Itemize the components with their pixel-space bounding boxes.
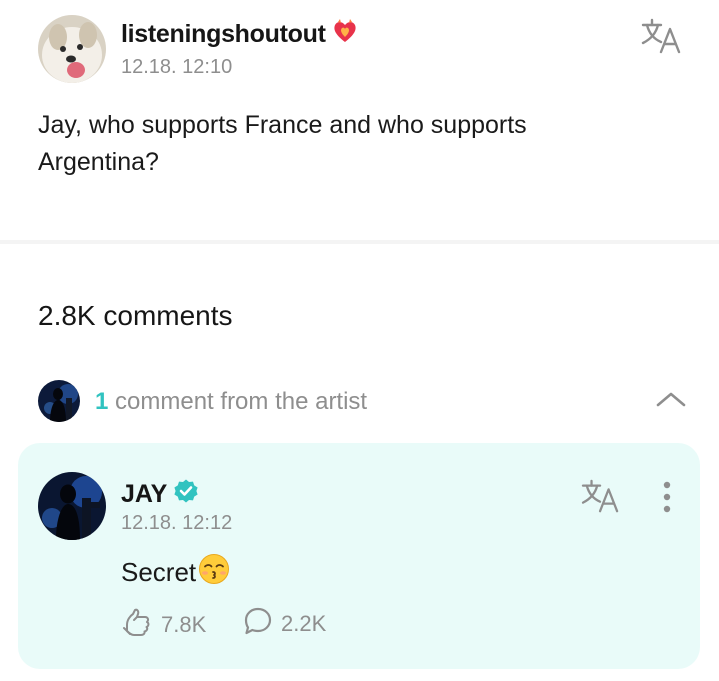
like-button[interactable]: 7.8K [121,606,206,644]
comments-count-heading: 2.8K comments [38,300,233,331]
artist-name-row[interactable]: JAY [121,478,199,511]
artist-avatar[interactable] [38,472,106,540]
like-hand-icon [121,606,153,644]
post-author-avatar[interactable] [38,15,106,83]
artist-comment-count: 1 [95,388,109,415]
post-body-text: Jay, who supports France and who support… [38,111,527,176]
section-divider [0,240,719,244]
reply-button[interactable]: 2.2K [243,606,326,642]
artist-avatar-small[interactable] [38,380,80,422]
post-author-username[interactable]: listeningshoutout [121,20,326,49]
kissing-emoji-graphic [199,554,230,584]
artist-comments-toggle[interactable]: 1 comment from the artist [95,388,367,416]
chevron-up-icon[interactable] [654,387,688,413]
artist-comment-text-row: Secret [121,553,230,592]
artist-comment-text: Secret [121,557,197,587]
kissing-emoji-icon [198,553,230,592]
verified-check-icon [173,478,199,511]
heart-flame-badge-icon [332,18,358,51]
reply-count: 2.2K [281,611,327,636]
like-count: 7.8K [161,612,207,637]
translate-icon[interactable] [580,478,622,514]
artist-comment-label: comment from the artist [115,388,368,415]
speech-bubble-icon [243,606,273,642]
post-timestamp: 12.18. 12:10 [121,56,233,78]
artist-comment-timestamp: 12.18. 12:12 [121,512,233,534]
translate-icon[interactable] [640,17,684,55]
post-author-name[interactable]: listeningshoutout [121,18,358,51]
artist-name[interactable]: JAY [121,480,167,509]
more-vertical-icon[interactable] [659,480,675,516]
